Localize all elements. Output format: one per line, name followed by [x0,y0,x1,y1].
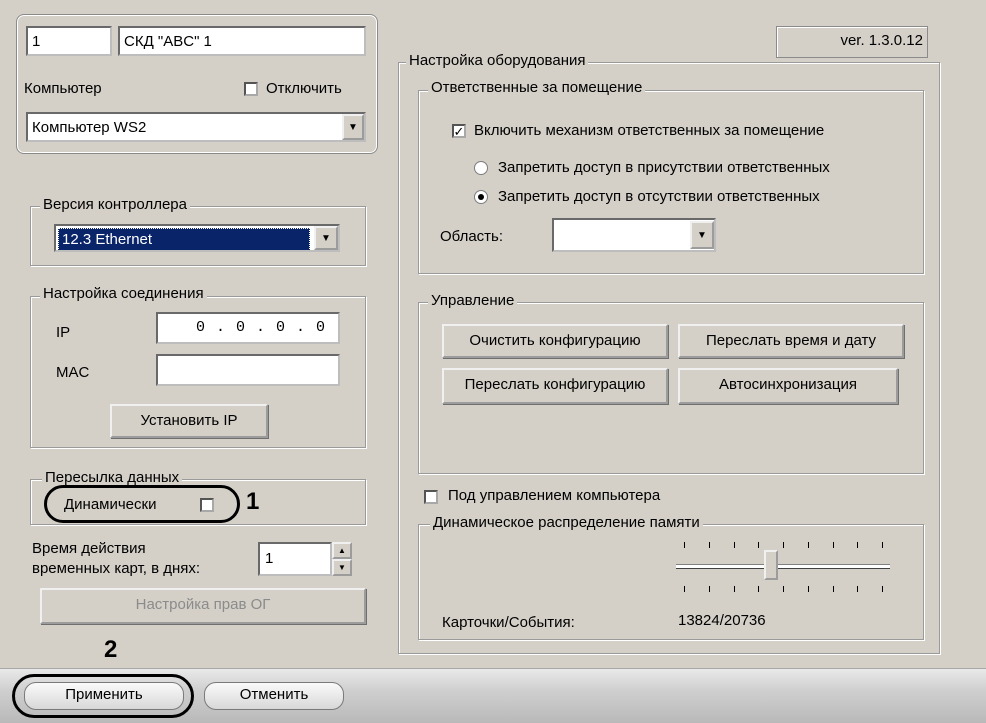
callout-number-1: 1 [246,488,260,515]
controller-version-value: 12.3 Ethernet [58,228,310,250]
computer-dropdown-button[interactable]: ▼ [342,114,364,140]
stepper-down-button[interactable]: ▼ [332,559,352,576]
slider-tick [783,542,784,548]
slider-tick [758,542,759,548]
responsible-title: Ответственные за помещение [428,79,646,96]
cancel-button[interactable]: Отменить [204,682,344,710]
control-title: Управление [428,292,518,309]
object-id-value: 1 [32,33,41,50]
card-validity-input[interactable]: 1 [258,542,332,576]
computer-control-checkbox[interactable] [424,490,438,504]
radio-deny-absent[interactable] [474,190,488,204]
mac-input[interactable] [156,354,340,386]
slider-tick [857,542,858,548]
chevron-up-icon: ▲ [338,546,346,555]
card-validity-label-2: временных карт, в днях: [32,560,201,577]
og-rights-button[interactable]: Настройка прав ОГ [40,588,366,624]
callout-number-2: 2 [104,636,118,663]
slider-track [676,564,890,569]
slider-tick [833,542,834,548]
callout-ring-1 [44,485,240,523]
computer-control-label: Под управлением компьютера [448,487,661,504]
stepper-up-button[interactable]: ▲ [332,542,352,559]
slider-tick [808,542,809,548]
cards-events-value: 13824/20736 [678,612,766,629]
chevron-down-icon: ▼ [338,563,346,572]
callout-ring-2 [12,674,194,718]
connection-title: Настройка соединения [40,285,207,302]
chevron-down-icon: ▼ [697,229,707,241]
chevron-down-icon: ▼ [348,121,358,133]
slider-tick [783,586,784,592]
radio-dot-icon [478,194,484,200]
cards-events-label: Карточки/События: [442,614,575,631]
controller-version-select[interactable]: 12.3 Ethernet [54,224,340,252]
area-dropdown-button[interactable]: ▼ [690,221,714,249]
computer-select-value: Компьютер WS2 [32,119,147,136]
enable-responsible-label: Включить механизм ответственных за помещ… [474,122,825,139]
slider-tick [882,542,883,548]
slider-tick [684,586,685,592]
slider-tick [808,586,809,592]
hardware-title: Настройка оборудования [406,52,589,69]
memory-slider[interactable] [676,540,890,596]
memory-title: Динамическое распределение памяти [430,514,703,531]
disable-checkbox[interactable] [244,82,258,96]
slider-tick [734,542,735,548]
version-box: ver. 1.3.0.12 [776,26,928,58]
clear-config-button[interactable]: Очистить конфигурацию [442,324,668,358]
slider-tick [709,586,710,592]
autosync-button[interactable]: Автосинхронизация [678,368,898,404]
mac-label: MAC [56,364,90,381]
enable-responsible-checkbox[interactable]: ✓ [452,124,466,138]
card-validity-value: 1 [265,550,274,567]
slider-tick [833,586,834,592]
card-validity-label-1: Время действия [32,540,146,557]
object-name-field[interactable]: СКД "ABC" 1 [118,26,366,56]
controller-version-dropdown-button[interactable]: ▼ [314,226,338,250]
computer-label: Компьютер [24,80,102,97]
slider-thumb[interactable] [764,550,778,580]
slider-tick [857,586,858,592]
object-id-field[interactable]: 1 [26,26,112,56]
slider-tick [684,542,685,548]
area-label: Область: [440,228,504,245]
slider-tick [709,542,710,548]
send-time-button[interactable]: Переслать время и дату [678,324,904,358]
computer-select[interactable]: Компьютер WS2 [26,112,366,142]
disable-label: Отключить [266,80,342,97]
ip-label: IP [56,324,71,341]
ip-input[interactable]: 0 . 0 . 0 . 0 [156,312,340,344]
slider-tick [882,586,883,592]
object-name-value: СКД "ABC" 1 [124,33,212,50]
data-transfer-title: Пересылка данных [42,469,183,486]
version-text: ver. 1.3.0.12 [840,32,923,49]
checkmark-icon: ✓ [453,123,465,139]
radio-deny-absent-label: Запретить доступ в отсутствии ответствен… [498,188,820,205]
slider-tick [758,586,759,592]
slider-tick [734,586,735,592]
controller-version-title: Версия контроллера [40,196,190,213]
send-config-button[interactable]: Переслать конфигурацию [442,368,668,404]
radio-deny-present[interactable] [474,161,488,175]
set-ip-button[interactable]: Установить IP [110,404,268,438]
chevron-down-icon: ▼ [321,232,331,244]
radio-deny-present-label: Запретить доступ в присутствии ответстве… [498,159,830,176]
ip-value: 0 . 0 . 0 . 0 [195,319,326,336]
